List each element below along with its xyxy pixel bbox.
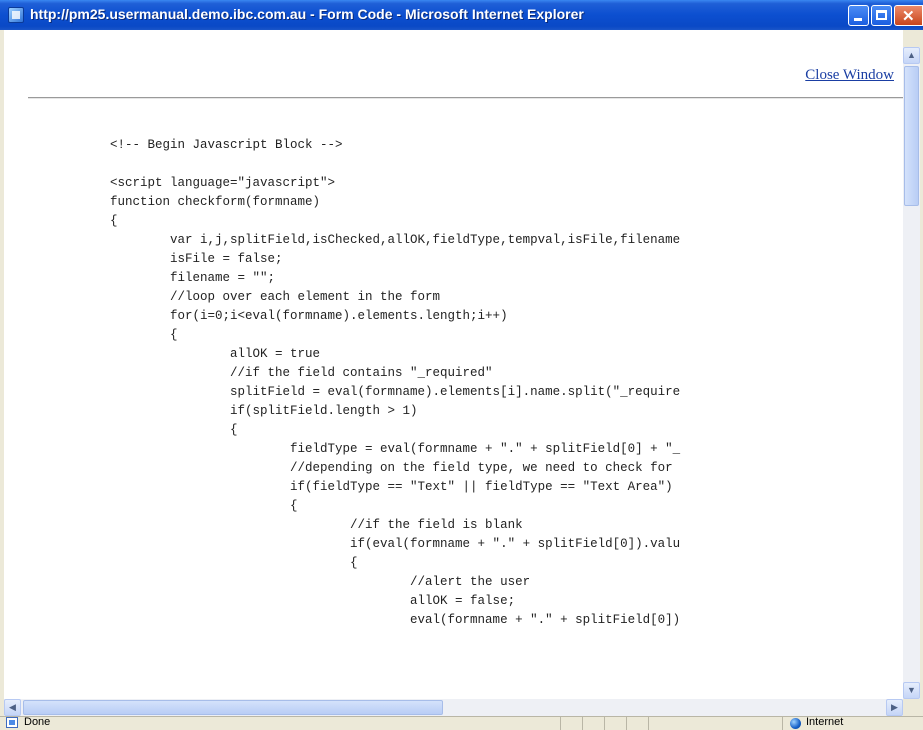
maximize-button[interactable] — [871, 5, 892, 26]
minimize-icon — [854, 18, 862, 21]
status-divider — [560, 717, 561, 730]
scroll-left-button[interactable]: ◀ — [4, 699, 21, 716]
status-divider — [782, 717, 783, 730]
minimize-button[interactable] — [848, 5, 869, 26]
window-title: http://pm25.usermanual.demo.ibc.com.au -… — [30, 6, 584, 22]
status-divider — [626, 717, 627, 730]
globe-icon — [790, 718, 801, 729]
horizontal-scrollbar[interactable]: ◀ ▶ — [4, 699, 903, 716]
scrollbar-corner — [903, 699, 920, 716]
divider — [28, 97, 903, 99]
scroll-down-button[interactable]: ▼ — [903, 682, 920, 699]
status-bar: Done Internet — [0, 716, 923, 730]
scroll-up-button[interactable]: ▲ — [903, 47, 920, 64]
status-text: Done — [24, 716, 51, 728]
close-window-link[interactable]: Close Window — [805, 67, 894, 84]
vertical-scroll-thumb[interactable] — [904, 66, 919, 206]
vertical-scrollbar[interactable]: ▲ ▼ — [903, 47, 920, 699]
form-code-listing: <!-- Begin Javascript Block --> <script … — [110, 138, 681, 627]
scroll-right-button[interactable]: ▶ — [886, 699, 903, 716]
status-divider — [648, 717, 649, 730]
horizontal-scroll-thumb[interactable] — [23, 700, 443, 715]
ie-page-icon — [6, 717, 18, 728]
security-zone-label: Internet — [806, 716, 844, 728]
maximize-icon — [876, 10, 887, 20]
ie-page-icon — [8, 7, 24, 23]
close-button[interactable]: ✕ — [894, 5, 923, 26]
browser-window: http://pm25.usermanual.demo.ibc.com.au -… — [0, 0, 923, 730]
page-content: Close Window <!-- Begin Javascript Block… — [4, 30, 903, 699]
status-divider — [582, 717, 583, 730]
status-divider — [604, 717, 605, 730]
title-bar[interactable]: http://pm25.usermanual.demo.ibc.com.au -… — [0, 0, 923, 30]
close-icon: ✕ — [902, 8, 915, 25]
